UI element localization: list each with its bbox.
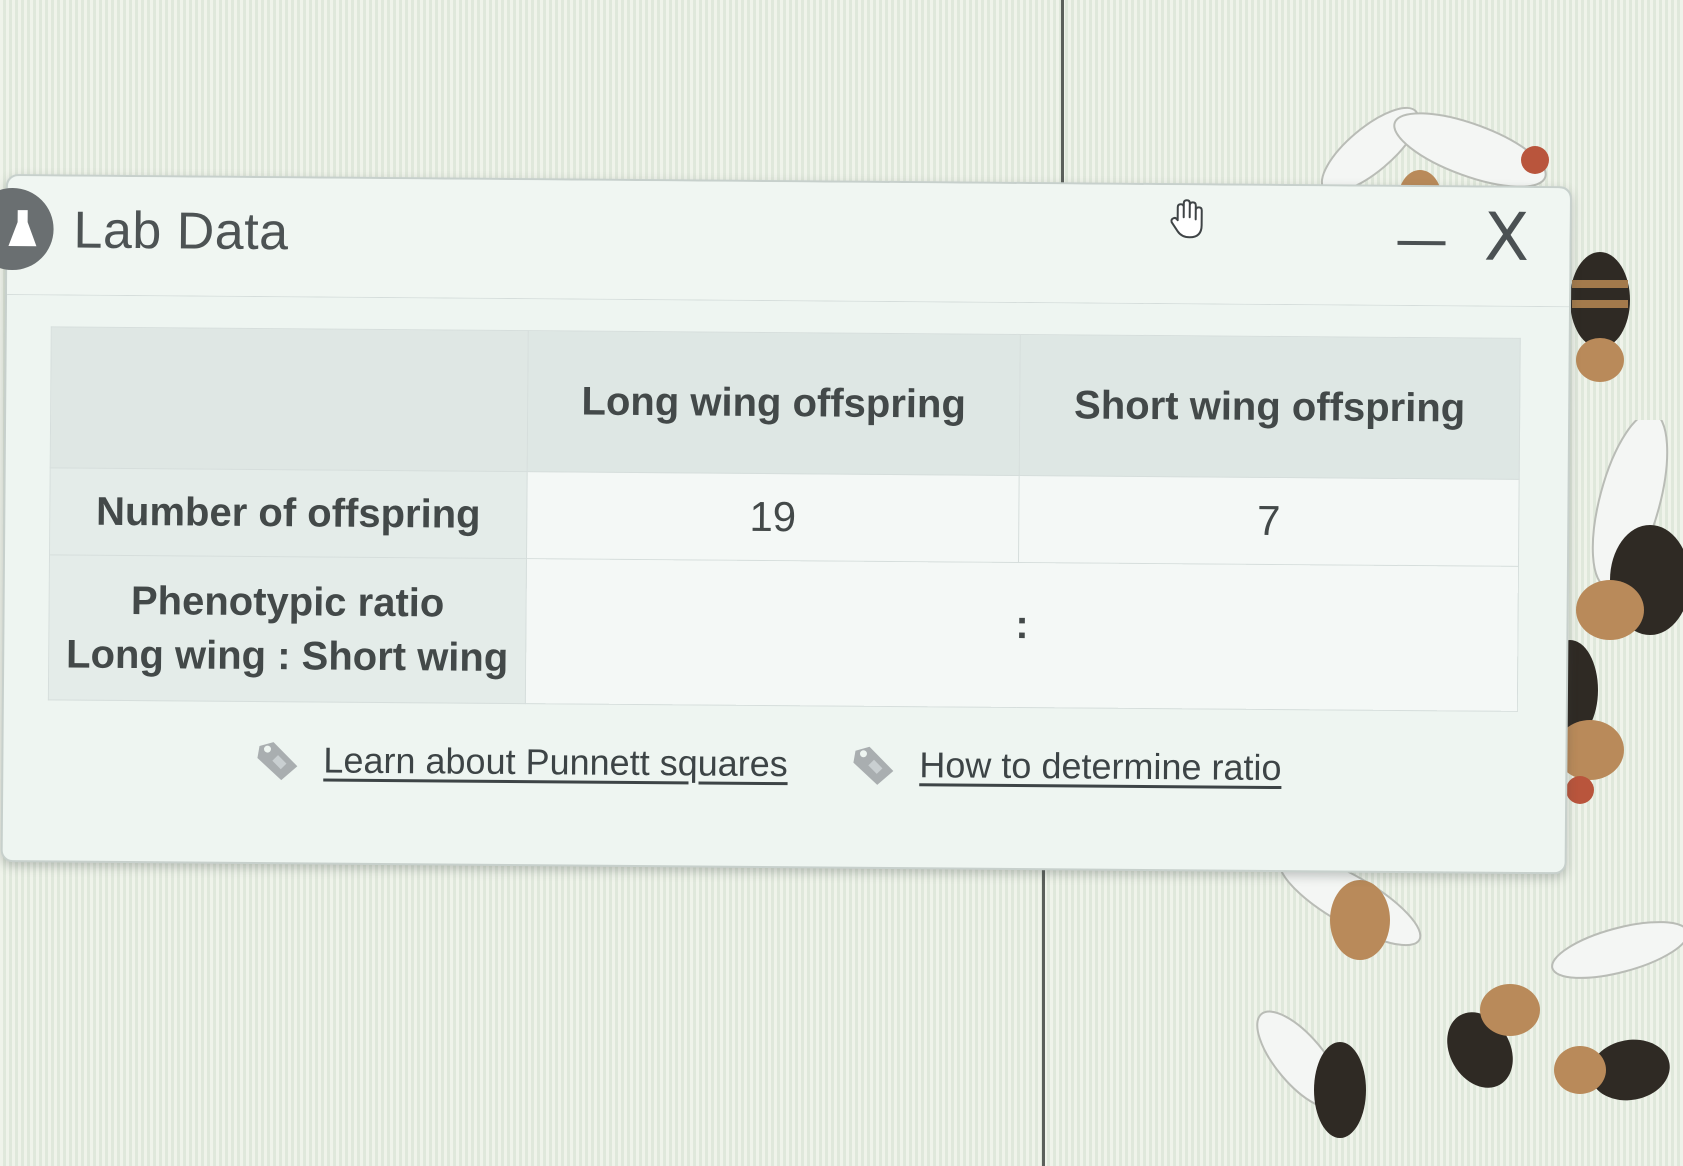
lab-data-table: Long wing offspring Short wing offspring… — [48, 326, 1521, 712]
help-links: Learn about Punnett squares How to deter… — [3, 736, 1566, 818]
table-row: Number of offspring 19 7 — [49, 467, 1520, 567]
ratio-label-line2: Long wing : Short wing — [65, 632, 509, 680]
fruit-fly-icon — [1256, 860, 1683, 1138]
table-header-row: Long wing offspring Short wing offspring — [50, 326, 1521, 480]
minimize-icon — [1397, 240, 1446, 246]
grid-line — [1042, 862, 1045, 1166]
fruit-fly-icon — [1570, 252, 1630, 382]
close-button[interactable]: X — [1471, 198, 1542, 279]
minimize-button[interactable] — [1391, 197, 1452, 277]
ratio-separator: : — [1015, 602, 1029, 648]
ratio-label-line1: Phenotypic ratio — [130, 578, 445, 626]
column-header-long-wing: Long wing offspring — [527, 330, 1021, 476]
how-to-determine-ratio-label[interactable]: How to determine ratio — [919, 744, 1281, 789]
table-corner-cell — [50, 326, 529, 472]
long-wing-count-cell: 19 — [526, 471, 1020, 563]
phenotypic-ratio-input-area[interactable]: : — [525, 558, 1519, 712]
flask-icon — [0, 187, 54, 271]
short-wing-count-cell: 7 — [1018, 475, 1520, 567]
row-header-phenotypic-ratio: Phenotypic ratio Long wing : Short wing — [48, 554, 527, 704]
tag-icon — [257, 742, 298, 781]
window-titlebar[interactable]: Lab Data X — [0, 176, 1570, 308]
grid-line — [1061, 0, 1064, 190]
learn-punnett-squares-label[interactable]: Learn about Punnett squares — [323, 740, 788, 786]
tag-icon — [853, 746, 894, 785]
hand-grab-icon[interactable] — [1166, 197, 1210, 241]
how-to-determine-ratio-link[interactable]: How to determine ratio — [851, 743, 1282, 790]
learn-punnett-squares-link[interactable]: Learn about Punnett squares — [255, 738, 788, 786]
row-header-number-of-offspring: Number of offspring — [49, 467, 528, 559]
window-title: Lab Data — [73, 201, 289, 262]
column-header-short-wing: Short wing offspring — [1019, 334, 1521, 480]
table-row: Phenotypic ratio Long wing : Short wing … — [48, 554, 1519, 712]
lab-data-window: Lab Data X Long wing offspring Short win… — [0, 174, 1572, 875]
